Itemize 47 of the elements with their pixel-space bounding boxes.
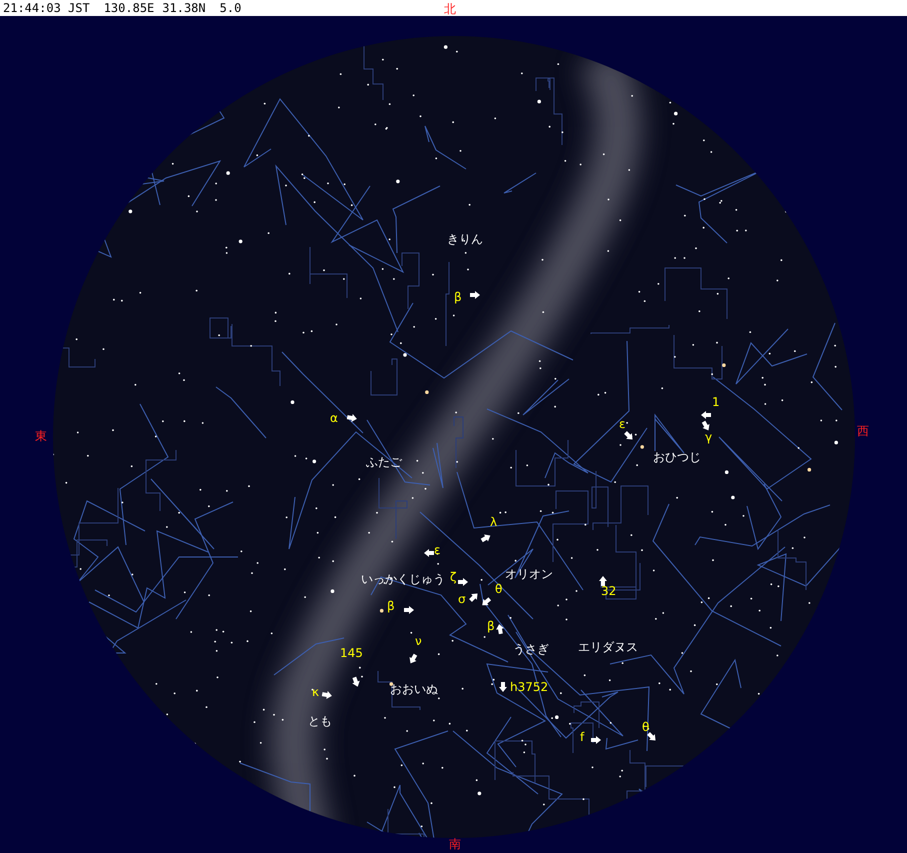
star-label: γ bbox=[705, 430, 712, 444]
pointer-arrow-icon bbox=[480, 532, 492, 544]
constellation-name: きりん bbox=[447, 232, 483, 246]
star-label: β bbox=[487, 619, 495, 633]
longitude-text: 130.85E bbox=[104, 0, 154, 16]
star-label: ν bbox=[415, 634, 422, 648]
star-label: ζ bbox=[450, 570, 457, 584]
constellation-name: オリオン bbox=[505, 567, 553, 581]
pointer-arrow-icon bbox=[458, 578, 468, 586]
direction-label: 東 bbox=[35, 429, 47, 443]
constellation-name: とも bbox=[308, 714, 332, 728]
pointer-arrow-icon bbox=[468, 590, 480, 604]
star-label: λ bbox=[490, 515, 498, 529]
pointer-arrow-icon bbox=[499, 682, 507, 692]
star-label: β bbox=[454, 290, 462, 304]
star-label: σ bbox=[458, 592, 466, 606]
star-label: 32 bbox=[601, 584, 616, 598]
star-label: 145 bbox=[340, 646, 363, 660]
constellation-name: おひつじ bbox=[653, 450, 701, 464]
latitude-text: 31.38N bbox=[162, 0, 206, 16]
pointer-arrow-icon bbox=[404, 606, 414, 614]
pointer-arrow-icon bbox=[495, 623, 505, 635]
star-label: ε bbox=[619, 417, 626, 431]
pointer-arrow-icon bbox=[407, 652, 419, 666]
star-label: 1 bbox=[712, 395, 720, 409]
pointer-arrow-icon bbox=[424, 549, 434, 557]
direction-label: 北 bbox=[444, 2, 456, 16]
pointer-arrow-icon bbox=[622, 430, 636, 442]
star-label: θ bbox=[495, 582, 502, 596]
time-text: 21:44:03 JST bbox=[3, 0, 90, 16]
direction-label: 南 bbox=[449, 837, 461, 851]
star-label: α bbox=[330, 411, 338, 425]
constellation-name: おおいぬ bbox=[390, 682, 438, 696]
pointer-arrow-icon bbox=[470, 291, 480, 299]
star-label: ε bbox=[434, 543, 440, 557]
magnitude-text: 5.0 bbox=[220, 0, 242, 16]
pointer-arrow-icon bbox=[346, 413, 358, 423]
pointer-arrow-icon bbox=[591, 736, 601, 744]
pointer-arrow-icon bbox=[599, 576, 607, 586]
pointer-arrow-icon bbox=[350, 676, 362, 688]
pointer-arrow-icon bbox=[321, 690, 333, 700]
direction-label: 西 bbox=[857, 424, 869, 438]
star-label: f bbox=[580, 730, 584, 744]
constellation-name: エリダヌス bbox=[578, 640, 638, 654]
star-label: β bbox=[387, 599, 395, 613]
pointer-arrow-icon bbox=[646, 730, 658, 744]
star-label: κ bbox=[312, 685, 320, 699]
